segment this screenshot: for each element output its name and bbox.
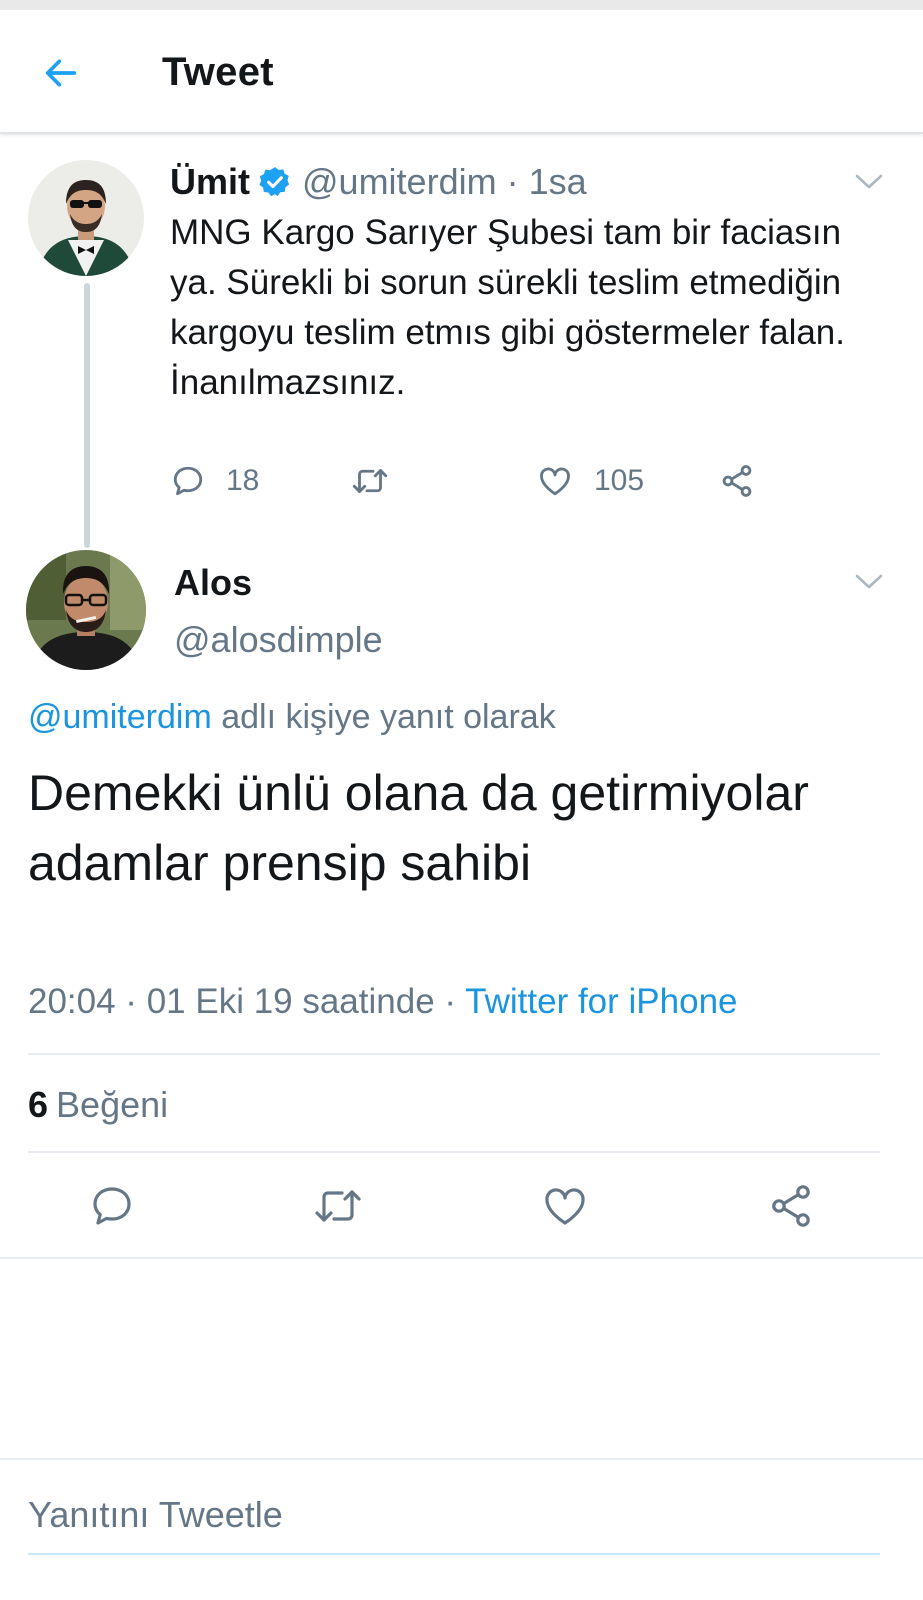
top-app-bar: Tweet [0,10,923,134]
reply-button[interactable]: 18 [170,456,259,506]
parent-tweet-text: MNG Kargo Sarıyer Şubesi tam bir faciası… [170,213,845,402]
like-button[interactable]: 105 [536,456,644,506]
avatar-alos[interactable] [26,550,146,670]
compose-underline [28,1553,880,1555]
tweet-timestamp: 20:04 · 01 Eki 19 saatinde [28,982,435,1021]
chevron-down-icon [855,174,883,189]
divider [28,1053,880,1055]
chevron-down-icon [855,574,883,589]
replying-to-line: @umiterdim adlı kişiye yanıt olarak [28,698,556,737]
author-handle[interactable]: @umiterdim [302,161,497,203]
separator-dot: · [506,161,519,202]
like-stats[interactable]: 6 Beğeni [28,1084,168,1126]
tweet-options-button[interactable] [852,170,886,194]
reply-to-label: adlı kişiye yanıt olarak [211,698,556,736]
divider [0,1458,923,1460]
verified-badge-icon [258,165,292,199]
tweet-options-button[interactable] [852,570,886,594]
avatar-umit[interactable] [28,160,144,276]
reply-icon [173,466,203,496]
tweet-time: 1sa [528,161,587,202]
author-handle[interactable]: @alosdimple [174,619,383,661]
retweet-icon [352,469,388,493]
reply-icon [93,1187,131,1225]
tweet-meta: 20:04 · 01 Eki 19 saatinde · Twitter for… [28,982,738,1022]
meta-separator: · [434,982,466,1021]
divider [0,1257,923,1259]
divider [28,1151,880,1153]
parent-tweet-header: Ümit @umiterdim · 1sa [170,160,587,204]
heart-icon [545,1188,585,1225]
share-button[interactable] [718,456,756,506]
like-stat-label: Beğeni [56,1084,169,1125]
parent-tweet-actions: 18 105 [170,456,790,506]
share-icon [772,1185,810,1227]
heart-icon [540,467,570,496]
share-button[interactable] [766,1178,816,1234]
reply-to-mention-link[interactable]: @umiterdim [28,698,212,736]
status-bar [0,0,923,10]
like-button[interactable] [540,1178,590,1234]
arrow-left-icon [45,59,77,87]
reply-count: 18 [226,464,260,497]
like-stat-count: 6 [28,1084,49,1125]
page-title: Tweet [162,50,274,94]
retweet-button[interactable] [350,456,390,506]
author-name[interactable]: Alos [174,562,252,604]
main-tweet-actions [0,1178,923,1234]
back-button[interactable] [36,48,86,98]
retweet-button[interactable] [312,1178,364,1234]
retweet-icon [315,1190,361,1222]
reply-compose-input[interactable]: Yanıtını Tweetle [28,1494,283,1536]
main-tweet-text: Demekki ünlü olana da getirmiyolar adaml… [28,765,809,891]
reply-button[interactable] [88,1178,136,1234]
share-icon [722,465,752,497]
author-name[interactable]: Ümit [170,161,250,203]
thread-connector-line [84,283,90,548]
tweet-source-link[interactable]: Twitter for iPhone [465,982,737,1021]
like-count: 105 [594,464,645,497]
